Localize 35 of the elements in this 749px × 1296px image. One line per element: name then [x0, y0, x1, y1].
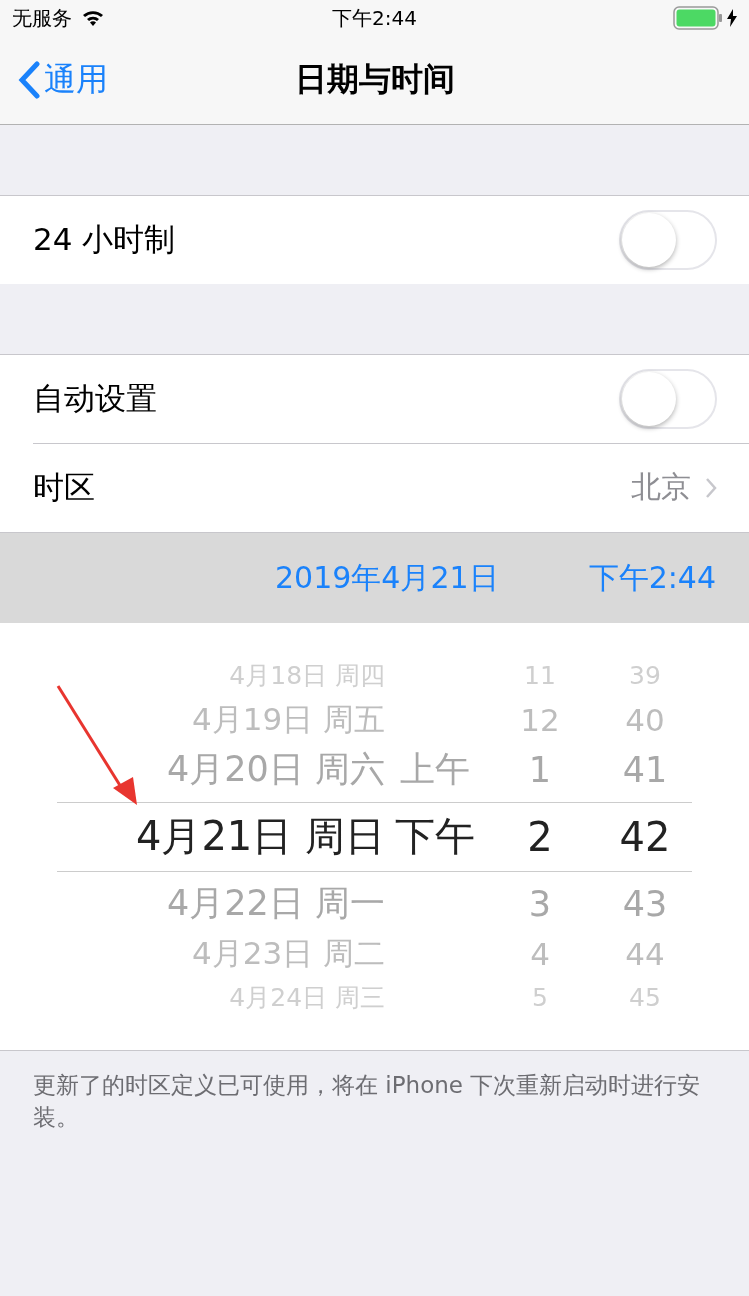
picker-date[interactable]: 4月21日 周日	[57, 809, 385, 864]
setting-label: 自动设置	[33, 379, 158, 418]
picker-hour[interactable]: 3	[485, 883, 595, 924]
battery-icon	[673, 6, 723, 30]
picker-hour[interactable]: 2	[485, 813, 595, 860]
picker-hour[interactable]: 12	[485, 701, 595, 738]
picker-date[interactable]: 4月23日 周二	[0, 932, 385, 975]
picker-minute[interactable]: 41	[595, 749, 695, 790]
picker-selection-row[interactable]: 4月21日 周日 下午 2 42	[57, 801, 692, 872]
picker-ampm[interactable]: 上午	[400, 749, 470, 789]
setting-label: 24 小时制	[33, 220, 177, 259]
toggle-switch[interactable]	[619, 210, 717, 270]
chevron-right-icon	[705, 476, 717, 499]
picker-minute[interactable]: 44	[595, 935, 695, 972]
clock-text: 下午2:44	[332, 4, 417, 32]
footer-note: 更新了的时区定义已可使用，将在 iPhone 下次重新启动时进行安装。	[32, 1071, 702, 1132]
picker-ampm[interactable]: 下午	[395, 813, 475, 859]
picker-hour[interactable]: 1	[485, 749, 595, 790]
picker-minute[interactable]: 40	[595, 701, 695, 738]
setting-value: 北京	[631, 468, 691, 506]
picker-date[interactable]: 4月20日 周六	[0, 746, 385, 793]
picker-date[interactable]: 4月19日 周五	[0, 698, 385, 741]
page-title: 日期与时间	[294, 59, 455, 100]
selected-time[interactable]: 下午2:44	[588, 557, 716, 599]
chevron-left-icon	[18, 61, 40, 99]
selected-date[interactable]: 2019年4月21日	[275, 557, 499, 599]
picker-date[interactable]: 4月22日 周一	[0, 880, 385, 927]
picker-minute[interactable]: 43	[595, 883, 695, 924]
wifi-icon	[82, 10, 104, 26]
picker-hour[interactable]: 4	[485, 935, 595, 972]
setting-label: 时区	[33, 467, 96, 507]
toggle-switch[interactable]	[619, 369, 717, 429]
back-button[interactable]: 通用	[0, 58, 295, 102]
picker-minute[interactable]: 42	[595, 813, 695, 860]
carrier-text: 无服务	[12, 4, 72, 32]
